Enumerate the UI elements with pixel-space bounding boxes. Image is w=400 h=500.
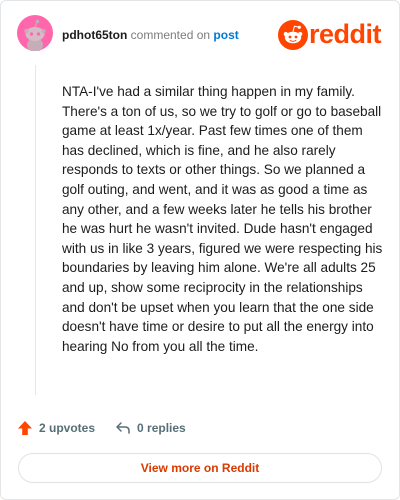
reddit-snoo-icon bbox=[278, 20, 308, 50]
thread-line bbox=[35, 65, 36, 395]
user-avatar[interactable] bbox=[17, 15, 53, 52]
upvote-arrow-icon bbox=[18, 421, 32, 435]
username-link[interactable]: pdhot65ton bbox=[62, 28, 127, 42]
reddit-logo[interactable]: reddit bbox=[278, 19, 386, 50]
commented-on-text: commented on bbox=[130, 28, 211, 42]
comment-card: pdhot65ton commented on post reddit NTA-… bbox=[0, 0, 400, 500]
post-link[interactable]: post bbox=[213, 28, 238, 42]
comment-actions: 2 upvotes 0 replies bbox=[17, 418, 186, 438]
avatar-snoo-icon bbox=[17, 15, 53, 52]
comment-body: NTA-I've had a similar thing happen in m… bbox=[62, 84, 383, 354]
upvotes-label: 2 upvotes bbox=[39, 421, 96, 435]
replies-button[interactable]: 0 replies bbox=[115, 420, 186, 436]
comment-header: pdhot65ton commented on post bbox=[62, 28, 239, 42]
upvote-button[interactable]: 2 upvotes bbox=[17, 420, 95, 436]
replies-label: 0 replies bbox=[137, 421, 186, 435]
reply-arrow-icon bbox=[116, 422, 130, 434]
reddit-wordmark: reddit bbox=[309, 19, 382, 49]
view-more-button[interactable]: View more on Reddit bbox=[18, 453, 382, 483]
